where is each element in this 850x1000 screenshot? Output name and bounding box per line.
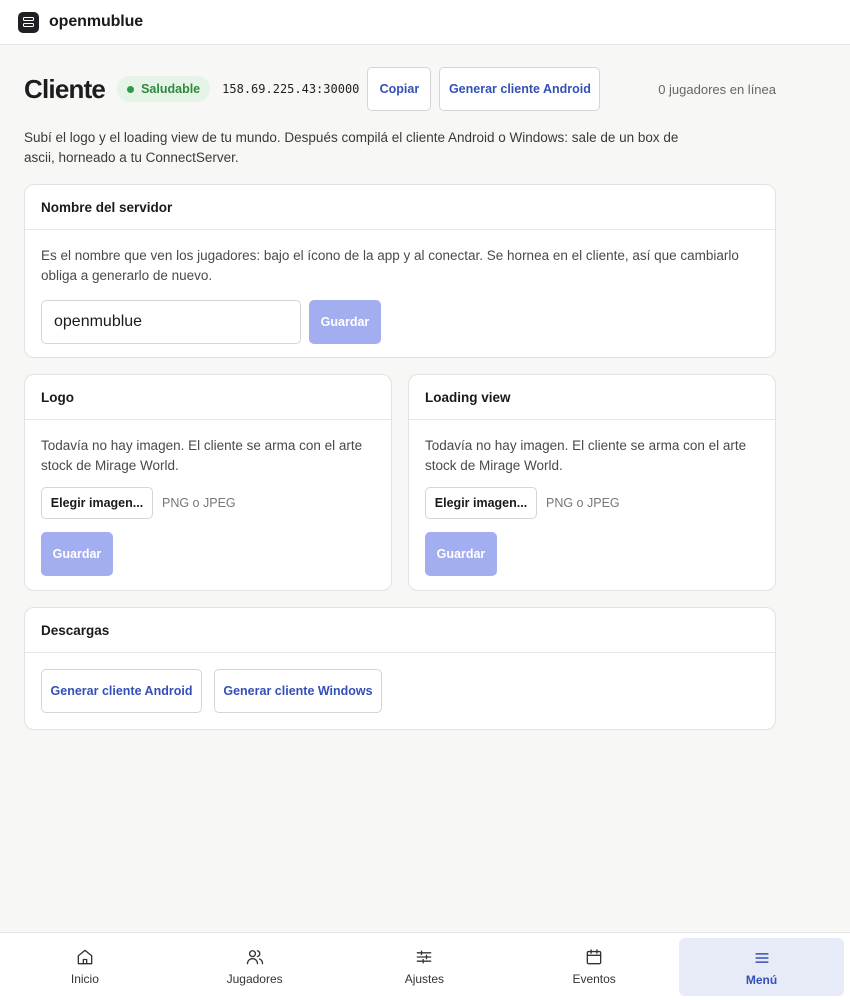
nav-label-inicio: Inicio: [70, 972, 99, 986]
server-name-input[interactable]: [41, 300, 301, 344]
downloads-title: Descargas: [25, 608, 775, 653]
nav-label-jugadores: Jugadores: [226, 972, 283, 986]
nav-item-menu[interactable]: Menú: [679, 938, 844, 996]
online-players: 0 jugadores en línea: [658, 81, 776, 97]
nav-label-menu: Menú: [745, 972, 778, 987]
page-header: Cliente Saludable 158.69.225.43:30000 Co…: [24, 67, 776, 111]
sliders-icon: [417, 950, 432, 964]
status-dot-icon: [127, 85, 135, 93]
download-android-button[interactable]: Generar cliente Android: [41, 669, 202, 713]
intro-text: Subí el logo y el loading view de tu mun…: [24, 130, 679, 165]
calendar-icon: [586, 949, 602, 965]
server-name-description: Es el nombre que ven los jugadores: bajo…: [41, 248, 739, 283]
generate-android-button[interactable]: Generar cliente Android: [439, 67, 601, 111]
logo-title: Logo: [25, 375, 391, 420]
server-name-title: Nombre del servidor: [25, 185, 775, 230]
server-name-card: Nombre del servidor Es el nombre que ven…: [24, 184, 776, 358]
loading-view-choose-image-button[interactable]: Elegir imagen...: [425, 487, 537, 519]
app-name: openmublue: [49, 13, 144, 30]
nav-item-eventos[interactable]: Eventos: [509, 933, 679, 1000]
logo-description: Todavía no hay imagen. El cliente se arm…: [41, 438, 363, 473]
copy-button[interactable]: Copiar: [367, 67, 432, 111]
top-bar: openmublue: [0, 0, 850, 45]
logo-save-button[interactable]: Guardar: [41, 532, 113, 576]
home-icon: [77, 949, 93, 965]
nav-label-eventos: Eventos: [572, 972, 616, 986]
status-label: Saludable: [141, 82, 201, 96]
bottom-nav: Inicio Jugadores Ajustes Eventos Menú: [0, 932, 850, 1000]
loading-view-title: Loading view: [409, 375, 775, 420]
page-title: Cliente: [24, 73, 106, 104]
downloads-card: Descargas Generar cliente Android Genera…: [24, 607, 776, 730]
logo-card: Logo Todavía no hay imagen. El cliente s…: [24, 374, 392, 591]
logo-format-hint: PNG o JPEG: [162, 496, 236, 510]
server-address: 158.69.225.43:30000: [222, 82, 360, 96]
loading-view-description: Todavía no hay imagen. El cliente se arm…: [425, 438, 747, 473]
nav-item-inicio[interactable]: Inicio: [0, 933, 170, 1000]
server-name-save-button[interactable]: Guardar: [309, 300, 381, 344]
logo-choose-image-button[interactable]: Elegir imagen...: [41, 487, 153, 519]
menu-icon: [754, 952, 769, 963]
nav-item-ajustes[interactable]: Ajustes: [340, 933, 510, 1000]
loading-view-save-button[interactable]: Guardar: [425, 532, 497, 576]
download-windows-button[interactable]: Generar cliente Windows: [214, 669, 382, 713]
users-icon: [246, 950, 263, 965]
loading-view-card: Loading view Todavía no hay imagen. El c…: [408, 374, 776, 591]
nav-label-ajustes: Ajustes: [404, 972, 445, 986]
app-logo-icon: [18, 11, 39, 33]
nav-item-jugadores[interactable]: Jugadores: [170, 933, 340, 1000]
status-badge: Saludable: [117, 76, 211, 102]
loading-view-format-hint: PNG o JPEG: [546, 496, 620, 510]
